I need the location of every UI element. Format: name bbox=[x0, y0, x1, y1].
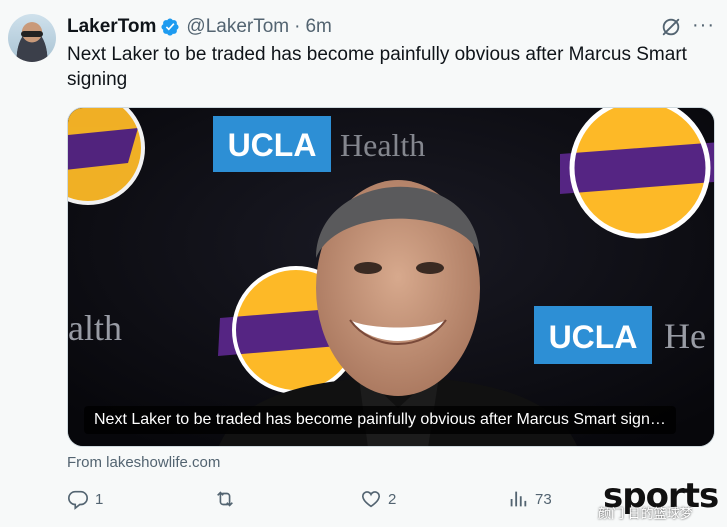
author-name[interactable]: LakerTom bbox=[67, 16, 156, 38]
more-options-icon[interactable]: ··· bbox=[692, 14, 715, 36]
tweet-text: Next Laker to be traded has become painf… bbox=[67, 44, 687, 90]
reply-icon bbox=[68, 490, 88, 510]
card-caption: Next Laker to be traded has become painf… bbox=[84, 406, 676, 434]
retweet-icon bbox=[217, 491, 233, 507]
like-count: 2 bbox=[388, 490, 397, 508]
card-source-link[interactable]: From lakeshowlife.com bbox=[67, 454, 220, 471]
verified-badge-icon bbox=[161, 18, 179, 36]
author-handle[interactable]: @LakerTom bbox=[186, 16, 289, 38]
watermark-subtitle: 颜门 日的篮球梦 bbox=[598, 506, 693, 521]
tweet-header: LakerTom @LakerTom · 6m bbox=[67, 16, 332, 38]
card-image: UCLA Health alth UCLA He bbox=[68, 108, 714, 446]
svg-text:UCLA: UCLA bbox=[228, 127, 317, 163]
retweet-button[interactable] bbox=[214, 488, 242, 510]
separator-dot: · bbox=[294, 16, 301, 37]
heart-icon bbox=[361, 491, 381, 508]
svg-text:Health: Health bbox=[340, 127, 425, 163]
views-button[interactable]: 73 bbox=[507, 488, 552, 510]
author-avatar[interactable] bbox=[8, 14, 56, 62]
reply-count: 1 bbox=[95, 490, 104, 508]
svg-text:He: He bbox=[664, 316, 706, 356]
grok-icon[interactable] bbox=[660, 16, 682, 38]
action-bar: 1 2 73 bbox=[67, 488, 587, 514]
sunglasses-icon bbox=[21, 31, 43, 37]
tweet[interactable]: LakerTom @LakerTom · 6m ··· Next Laker t… bbox=[0, 0, 727, 527]
reply-button[interactable]: 1 bbox=[67, 488, 103, 510]
views-chart-icon bbox=[510, 491, 527, 507]
svg-text:alth: alth bbox=[68, 308, 122, 348]
svg-text:UCLA: UCLA bbox=[549, 319, 638, 355]
views-count: 73 bbox=[535, 490, 552, 508]
timestamp[interactable]: 6m bbox=[305, 16, 331, 38]
link-card[interactable]: UCLA Health alth UCLA He Next Laker to b… bbox=[67, 107, 715, 447]
like-button[interactable]: 2 bbox=[360, 488, 396, 510]
